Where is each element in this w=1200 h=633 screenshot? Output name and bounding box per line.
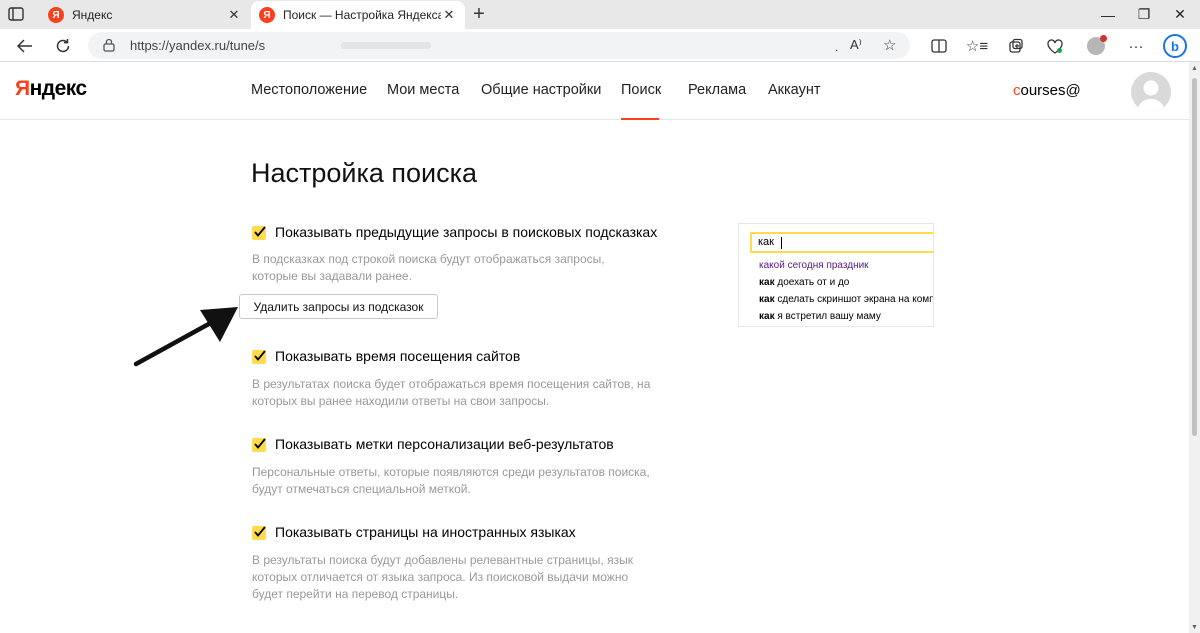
collections-icon[interactable] (1003, 33, 1029, 59)
checkbox-checked-icon[interactable] (252, 350, 266, 364)
nav-my-places[interactable]: Мои места (387, 82, 459, 98)
annotation-arrow-icon (133, 307, 238, 367)
close-icon[interactable]: ✕ (226, 7, 242, 23)
nav-ads[interactable]: Реклама (688, 82, 746, 98)
yandex-logo[interactable]: Яндекс (15, 77, 87, 101)
page-title: Настройка поиска (251, 158, 478, 188)
refresh-icon[interactable] (50, 33, 76, 59)
yandex-favicon-icon: Я (259, 7, 275, 23)
nav-active-indicator (621, 118, 659, 120)
nav-location[interactable]: Местоположение (251, 82, 367, 98)
dot-icon: . (835, 40, 839, 54)
option-description: В результатах поиска будет отображаться … (252, 377, 651, 408)
more-icon[interactable]: ··· (1123, 33, 1149, 59)
option-label[interactable]: Показывать время посещения сайтов (275, 348, 520, 364)
close-window-icon[interactable]: ✕ (1162, 0, 1198, 29)
favorites-icon[interactable]: ☆≡ (964, 33, 990, 59)
nav-general-settings[interactable]: Общие настройки (481, 82, 601, 98)
profile-icon[interactable] (1083, 33, 1109, 59)
split-screen-icon[interactable] (926, 33, 952, 59)
scrollbar-thumb[interactable] (1192, 78, 1197, 436)
scroll-down-icon[interactable]: ▼ (1189, 621, 1200, 633)
health-icon[interactable] (1042, 33, 1068, 59)
url-redacted (341, 42, 431, 49)
preview-search-box: как (750, 232, 933, 253)
clear-queries-button[interactable]: Удалить запросы из подсказок (239, 294, 438, 319)
close-icon[interactable]: ✕ (441, 7, 457, 23)
site-header: Яндекс Местоположение Мои места Общие на… (0, 62, 1189, 120)
nav-search[interactable]: Поиск (621, 82, 661, 98)
page: Яндекс Местоположение Мои места Общие на… (0, 62, 1189, 633)
suggestions-preview: как какой сегодня праздник как доехать о… (738, 223, 934, 327)
page-scrollbar[interactable]: ▲ ▼ (1189, 62, 1200, 633)
tab-yandex[interactable]: Я Яндекс ✕ (40, 1, 250, 29)
new-tab-button[interactable]: + (468, 3, 490, 25)
tab-search-settings[interactable]: Я Поиск — Настройка Яндекса ✕ (251, 1, 465, 29)
tab-title: Поиск — Настройка Яндекса (283, 8, 441, 22)
text-caret (781, 237, 782, 249)
tab-title: Яндекс (72, 8, 113, 22)
lock-icon[interactable] (102, 38, 116, 52)
read-aloud-icon[interactable]: A⁾ (850, 37, 862, 53)
option-label[interactable]: Показывать страницы на иностранных языка… (275, 524, 576, 540)
tab-bar: Я Яндекс ✕ Я Поиск — Настройка Яндекса ✕… (0, 0, 1200, 29)
minimize-icon[interactable]: — (1090, 0, 1126, 29)
url-text[interactable]: https://yandex.ru/tune/s (130, 38, 265, 53)
star-icon[interactable]: ☆ (883, 36, 896, 54)
option-label[interactable]: Показывать метки персонализации веб-резу… (275, 436, 614, 452)
tab-actions-icon[interactable] (6, 5, 26, 23)
address-bar[interactable]: https://yandex.ru/tune/s . A⁾ ☆ (88, 32, 910, 59)
user-avatar[interactable] (1131, 72, 1171, 112)
suggestion-item: как сделать скриншот экрана на компь (759, 294, 934, 305)
option-description: В подсказках под строкой поиска будут от… (252, 252, 605, 283)
browser-toolbar: https://yandex.ru/tune/s . A⁾ ☆ ☆≡ ··· b (0, 29, 1200, 62)
yandex-favicon-icon: Я (48, 7, 64, 23)
nav-account[interactable]: Аккаунт (768, 82, 820, 98)
bing-icon[interactable]: b (1162, 33, 1188, 59)
suggestion-item: как доехать от и до (759, 277, 850, 288)
restore-icon[interactable]: ❐ (1126, 0, 1162, 29)
checkbox-checked-icon[interactable] (252, 226, 266, 240)
checkbox-checked-icon[interactable] (252, 526, 266, 540)
option-label[interactable]: Показывать предыдущие запросы в поисковы… (275, 224, 657, 240)
suggestion-item: какой сегодня праздник (759, 260, 869, 271)
option-description: В результаты поиска будут добавлены реле… (252, 553, 633, 601)
back-icon[interactable] (12, 33, 38, 59)
checkbox-checked-icon[interactable] (252, 438, 266, 452)
scroll-up-icon[interactable]: ▲ (1189, 62, 1200, 74)
user-login[interactable]: courses@ (1013, 82, 1081, 99)
suggestion-item: как я встретил вашу маму (759, 311, 881, 322)
preview-query: как (758, 236, 774, 248)
option-description: Персональные ответы, которые появляются … (252, 465, 650, 496)
